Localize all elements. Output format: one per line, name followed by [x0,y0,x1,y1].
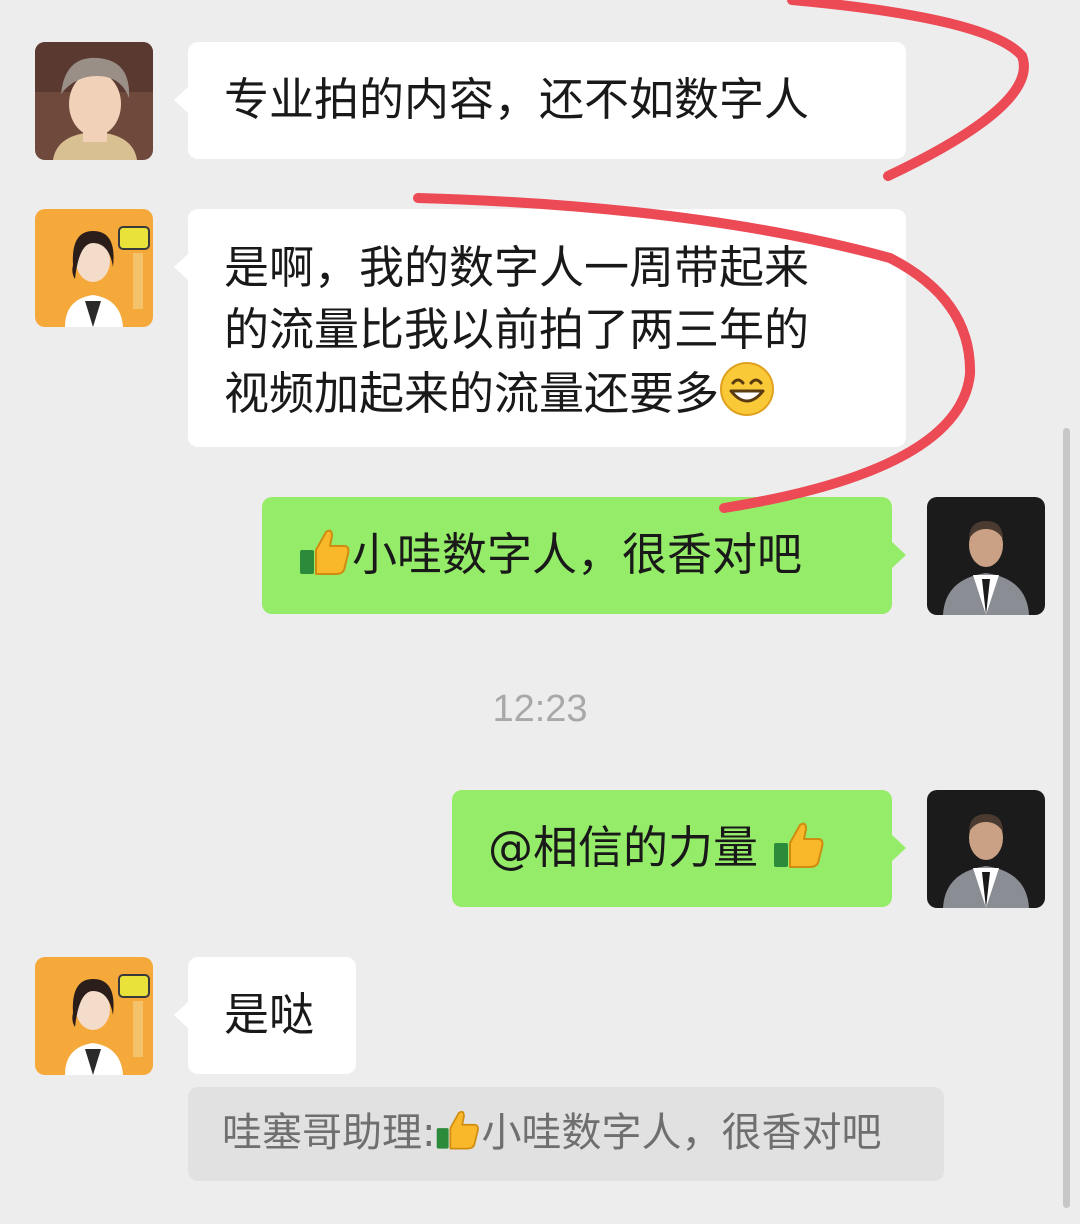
avatar-photo [35,42,153,160]
thumbs-up-icon [774,822,824,868]
message-bubble[interactable]: 是啊，我的数字人一周带起来 的流量比我以前拍了两三年的 视频加起来的流量还要多 [174,209,906,447]
avatar-contact-2[interactable] [35,957,153,1075]
message-bubble[interactable]: 是哒 [174,957,356,1074]
message-text: 专业拍的内容，还不如数字人 [224,73,810,126]
avatar-contact-1[interactable] [35,42,153,160]
avatar-photo [927,497,1045,615]
message-text-line: 是啊，我的数字人一周带起来 [224,241,810,294]
message-text: 小哇数字人，很香对吧 [352,528,803,581]
avatar-photo [927,790,1045,908]
scrollbar[interactable] [1063,428,1070,1208]
message-bubble[interactable]: 小哇数字人，很香对吧 [262,497,906,614]
quote-sender: 哇塞哥助理: [222,1110,436,1156]
message-text: @相信的力量 [488,821,759,874]
avatar-self[interactable] [927,790,1045,908]
avatar-contact-2[interactable] [35,209,153,327]
quoted-message[interactable]: 哇塞哥助理: 小哇数字人，很香对吧 [188,1087,944,1181]
avatar-photo [35,957,153,1075]
message-bubble[interactable]: 专业拍的内容，还不如数字人 [174,42,906,159]
message-text-line: @相信的力量 [488,817,856,879]
thumbs-up-icon [300,529,350,575]
message-text-line: 小哇数字人，很香对吧 [298,524,856,586]
quote-text: 小哇数字人，很香对吧 [481,1110,882,1156]
message-bubble[interactable]: @相信的力量 [452,790,906,907]
message-text-line: 的流量比我以前拍了两三年的 [224,303,810,356]
grinning-face-icon [720,362,775,416]
message-text-line: 视频加起来的流量还要多 [224,361,870,425]
chat-timestamp: 12:23 [492,688,588,730]
avatar-self[interactable] [927,497,1045,615]
thumbs-up-icon [437,1110,480,1150]
avatar-photo [35,209,153,327]
message-text: 是哒 [224,988,315,1041]
